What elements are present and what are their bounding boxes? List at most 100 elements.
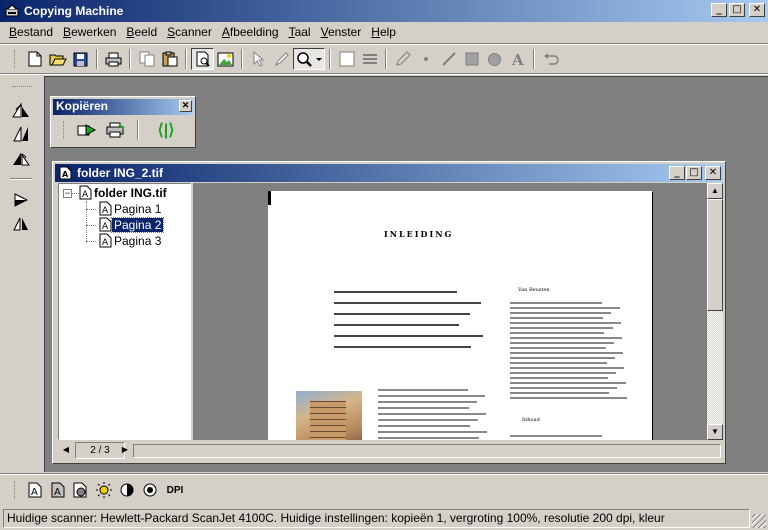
scroll-down-button[interactable]: ▼ — [707, 424, 723, 440]
kopieren-close-button[interactable]: ✕ — [179, 100, 192, 112]
undo-icon[interactable] — [539, 48, 562, 70]
filled-circle-icon[interactable] — [483, 48, 506, 70]
copies-toggle-button[interactable]: ⟨|⟩ — [149, 118, 183, 142]
tree-page-3[interactable]: A Pagina 3 — [99, 233, 163, 248]
next-page-button[interactable]: ▶ — [120, 443, 130, 457]
page-text-line — [510, 337, 623, 339]
page-tree: − A folder ING.tif A Pagina 1 A Pagina 2… — [58, 183, 191, 440]
menu-bar: Bestand Bewerken Beeld Scanner Afbeeldin… — [0, 22, 768, 42]
page-text-line — [510, 342, 614, 344]
horizontal-scrollbar[interactable] — [133, 444, 721, 458]
menu-taal[interactable]: Taal — [284, 25, 316, 39]
doc-minimize-button[interactable]: _ — [669, 166, 685, 180]
copy-print-icon[interactable] — [103, 119, 127, 141]
page-text-line — [334, 346, 472, 348]
flip-horizontal-icon[interactable] — [10, 214, 32, 234]
page-side-heading-2: Inhoud — [522, 417, 540, 423]
app-title: Copying Machine — [24, 4, 124, 18]
flip-vertical-icon[interactable] — [10, 190, 32, 210]
skew-icon[interactable] — [10, 124, 32, 144]
page-heading: INLEIDING — [384, 229, 454, 239]
page-text-line — [378, 419, 479, 421]
save-icon[interactable] — [69, 48, 92, 70]
vertical-scrollbar[interactable]: ▲ ▼ — [707, 183, 723, 440]
kopieren-title-bar[interactable]: Kopiëren ✕ — [53, 99, 193, 115]
menu-bewerken[interactable]: Bewerken — [58, 25, 121, 39]
page-number-field[interactable]: 2 / 3 — [75, 442, 125, 459]
document-window: A folder ING_2.tif _ □ ✕ − A folder ING.… — [52, 161, 726, 464]
paste-icon[interactable] — [158, 48, 181, 70]
kopieren-panel: Kopiëren ✕ ⟨|⟩ — [50, 96, 196, 148]
doc-close-button[interactable]: ✕ — [705, 166, 721, 180]
bottom-toolbar-grip[interactable] — [14, 481, 17, 499]
rotate-left-icon[interactable] — [10, 100, 32, 120]
pen-icon[interactable] — [270, 48, 293, 70]
scroll-thumb[interactable] — [707, 199, 723, 311]
rotate-right-icon[interactable] — [10, 148, 32, 168]
scan-to-copy-icon[interactable] — [75, 119, 99, 141]
toolbar-grip[interactable] — [14, 50, 17, 68]
photo-mode-icon[interactable] — [69, 479, 92, 501]
tree-page-2[interactable]: A Pagina 2 — [99, 216, 165, 233]
scroll-up-button[interactable]: ▲ — [707, 183, 723, 199]
brightness-icon[interactable] — [92, 479, 115, 501]
pencil-icon[interactable] — [391, 48, 414, 70]
tree-expander[interactable]: − — [63, 189, 72, 198]
image-view[interactable]: INLEIDING Van Beusten Inhoud — [193, 183, 721, 440]
document-title: folder ING_2.tif — [77, 166, 164, 180]
page-navigator: ◀ 2 / 3 ▶ — [58, 442, 721, 460]
contrast-icon[interactable] — [115, 479, 138, 501]
rectangle-select-icon[interactable] — [335, 48, 358, 70]
maximize-button[interactable]: □ — [729, 3, 745, 17]
resize-grip[interactable] — [752, 514, 766, 528]
copy-icon[interactable] — [135, 48, 158, 70]
menu-afbeelding[interactable]: Afbeelding — [217, 25, 284, 39]
tree-root-document[interactable]: A folder ING.tif — [79, 185, 169, 200]
page-text-line — [378, 401, 477, 403]
menu-beeld[interactable]: Beeld — [121, 25, 162, 39]
page-text-line — [510, 347, 606, 349]
page-text-line — [510, 362, 607, 364]
page-icon: A — [99, 233, 112, 248]
page-text-line — [334, 335, 483, 337]
dot-icon[interactable] — [414, 48, 437, 70]
pointer-icon[interactable] — [247, 48, 270, 70]
line-icon[interactable] — [437, 48, 460, 70]
dpi-button[interactable]: DPI — [161, 479, 189, 501]
page-text-line — [510, 435, 603, 437]
color-icon[interactable] — [138, 479, 161, 501]
app-title-bar[interactable]: Copying Machine _ □ ✕ — [0, 0, 768, 22]
print-icon[interactable] — [102, 48, 125, 70]
zoom-icon[interactable] — [293, 48, 325, 70]
grayscale-mode-icon[interactable]: A — [46, 479, 69, 501]
close-button[interactable]: ✕ — [749, 3, 765, 17]
page-text-line — [378, 407, 469, 409]
status-text: Huidige scanner: Hewlett-Packard ScanJet… — [3, 508, 750, 528]
text-mode-icon[interactable]: A — [23, 479, 46, 501]
tree-page-1[interactable]: A Pagina 1 — [99, 201, 163, 216]
page-text-line — [378, 413, 487, 415]
menu-scanner[interactable]: Scanner — [162, 25, 217, 39]
page-text-line — [510, 357, 616, 359]
open-icon[interactable] — [46, 48, 69, 70]
text-icon[interactable]: A — [506, 48, 529, 70]
page-side-heading: Van Beusten — [518, 287, 550, 293]
document-title-bar[interactable]: A folder ING_2.tif _ □ ✕ — [55, 164, 723, 182]
page-view-icon[interactable] — [191, 48, 214, 70]
lines-icon[interactable] — [358, 48, 381, 70]
new-icon[interactable] — [23, 48, 46, 70]
minimize-button[interactable]: _ — [711, 3, 727, 17]
menu-venster[interactable]: Venster — [316, 25, 367, 39]
left-toolbar-grip[interactable] — [12, 86, 32, 88]
page-text-line — [378, 395, 485, 397]
svg-text:A: A — [82, 190, 89, 200]
menu-help[interactable]: Help — [366, 25, 401, 39]
document-icon: A — [59, 166, 72, 180]
svg-text:A: A — [102, 206, 109, 216]
filled-rect-icon[interactable] — [460, 48, 483, 70]
menu-bestand[interactable]: Bestand — [4, 25, 58, 39]
image-icon[interactable] — [214, 48, 237, 70]
kopieren-title: Kopiëren — [56, 99, 109, 113]
prev-page-button[interactable]: ◀ — [61, 443, 71, 457]
doc-maximize-button[interactable]: □ — [686, 166, 702, 180]
